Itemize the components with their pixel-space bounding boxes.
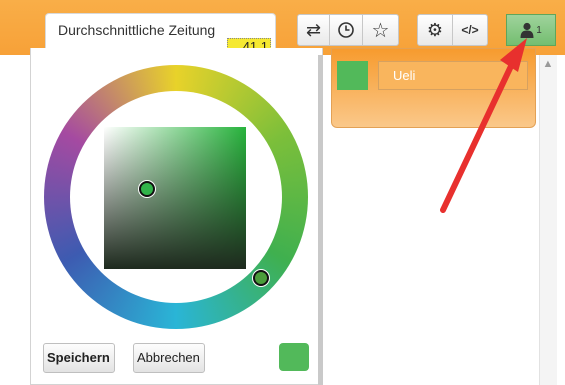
gear-icon: ⚙: [426, 19, 444, 40]
document-title: Durchschnittliche Zeitung: [58, 22, 216, 38]
color-preview-swatch: [279, 343, 309, 371]
swap-button[interactable]: ⇄: [297, 14, 330, 46]
user-icon: [520, 22, 534, 38]
code-icon: </>: [461, 23, 479, 37]
save-button[interactable]: Speichern: [43, 343, 115, 373]
history-button[interactable]: [329, 14, 363, 46]
scroll-up-icon[interactable]: ▲: [541, 57, 555, 71]
embed-code-button[interactable]: </>: [452, 14, 488, 46]
users-count: 1: [536, 24, 542, 36]
history-icon: [338, 22, 354, 38]
cancel-button[interactable]: Abbrechen: [133, 343, 205, 373]
favorite-button[interactable]: ☆: [362, 14, 399, 46]
star-icon: ☆: [371, 19, 390, 42]
swap-icon: ⇄: [305, 19, 322, 40]
hue-handle[interactable]: [253, 270, 269, 286]
settings-button[interactable]: ⚙: [417, 14, 453, 46]
left-scrollbar[interactable]: [318, 55, 323, 385]
user-name-field[interactable]: Ueli: [378, 61, 528, 90]
users-button[interactable]: 1: [506, 14, 556, 46]
saturation-handle[interactable]: [139, 181, 155, 197]
saturation-lightness-square[interactable]: [104, 127, 246, 269]
user-color-swatch[interactable]: [337, 61, 368, 90]
right-scrollbar[interactable]: [539, 55, 557, 385]
